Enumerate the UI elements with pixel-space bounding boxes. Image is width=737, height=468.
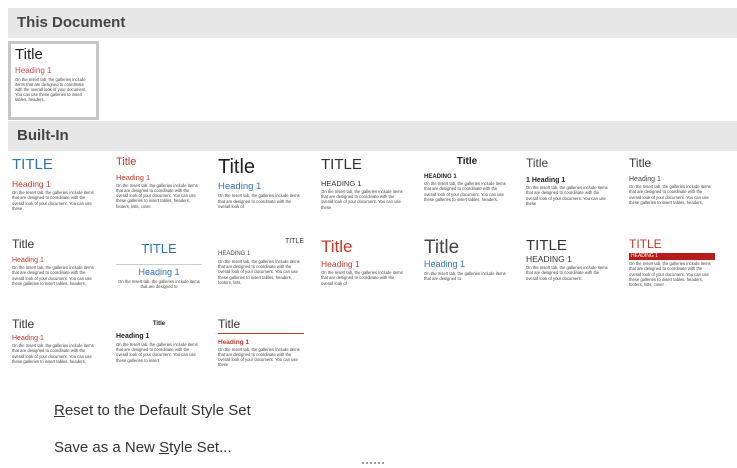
thumb-heading: Heading 1 (116, 333, 150, 341)
thumb-title: Title (218, 157, 256, 178)
thumb-title: Title (629, 157, 652, 170)
thumb-heading: Heading 1 (15, 65, 52, 75)
thumb-body: On the Insert tab, the galleries include… (321, 270, 403, 286)
thumb-body: On the Insert tab, the galleries include… (526, 185, 608, 206)
menu-item-label-prefix: Save as a New (54, 439, 160, 456)
save-new-style-set-menu-item[interactable]: Save as a New Style Set... (54, 439, 232, 456)
style-set-thumbnail[interactable]: TITLE HEADING 1 On the Insert tab, the g… (321, 157, 407, 229)
thumb-title: Title (424, 238, 460, 258)
thumb-body: On the Insert tab, the galleries include… (218, 193, 300, 209)
thumb-heading: HEADING 1 (321, 178, 362, 188)
accelerator-key: R (54, 402, 65, 419)
thumb-body: On the Insert tab, the galleries include… (12, 265, 94, 286)
thumb-title: TITLE (284, 238, 304, 245)
thumb-heading: Heading 1 (12, 178, 51, 189)
style-set-thumbnail[interactable]: TITLE HEADING 1 On the Insert tab, the g… (526, 238, 612, 310)
thumb-body: On the Insert tab, the galleries include… (321, 189, 403, 210)
thumb-body: On the Insert tab, the galleries include… (526, 265, 608, 281)
style-set-thumbnail[interactable]: Title Heading 1 On the Insert tab, the g… (321, 238, 407, 310)
thumb-body: On the Insert tab, the galleries include… (116, 182, 198, 209)
thumb-heading: Heading 1 (218, 181, 262, 192)
style-set-thumbnail[interactable]: Title Heading 1 On the Insert tab, the g… (116, 318, 202, 390)
style-set-thumbnail[interactable]: Title 1 Heading 1 On the Insert tab, the… (526, 157, 612, 229)
thumb-body: On the Insert tab, the galleries include… (629, 184, 711, 205)
thumb-body: On the Insert tab, the galleries include… (424, 181, 506, 202)
thumb-heading: HEADING 1 (424, 173, 457, 180)
thumb-heading: Heading 1 (629, 175, 661, 183)
thumb-heading: Heading 1 (12, 334, 44, 342)
thumb-title: TITLE (12, 157, 53, 173)
menu-item-label: tyle Set... (169, 439, 232, 456)
thumb-heading: Heading 1 (424, 258, 466, 269)
section-header-label: Built-In (17, 127, 69, 144)
thumb-heading: Heading 1 (116, 172, 151, 182)
thumb-title: Title (456, 157, 478, 167)
thumb-title: Title (526, 157, 549, 170)
style-set-thumbnail[interactable]: Title Heading 1 On the Insert tab, the g… (218, 318, 304, 390)
thumb-body: On the Insert tab, the galleries include… (118, 278, 200, 289)
section-header-this-document: This Document (8, 8, 737, 38)
resize-grip[interactable] (362, 462, 384, 466)
thumb-title: Title (15, 46, 43, 63)
thumb-title: Title (152, 321, 166, 327)
thumb-heading: Heading 1 (12, 256, 44, 264)
thumb-heading: HEADING 1 (218, 251, 251, 258)
thumb-title: Title (321, 238, 353, 256)
thumb-body: On the Insert tab, the galleries include… (12, 343, 94, 364)
thumb-heading: Heading 1 (321, 258, 360, 269)
thumb-title: Title (12, 318, 35, 331)
thumb-body: On the Insert tab, the galleries include… (629, 261, 711, 287)
style-set-thumbnail[interactable]: Title Heading 1 On the Insert tab, the g… (12, 238, 98, 310)
thumb-title: TITLE (526, 238, 567, 254)
thumb-body: On the Insert tab, the galleries include… (116, 341, 198, 363)
thumb-heading: Heading 1 (218, 338, 250, 346)
section-header-built-in: Built-In (8, 121, 737, 151)
thumb-heading: 1 Heading 1 (526, 176, 566, 184)
thumb-title: TITLE (141, 241, 177, 256)
thumb-title: Title (116, 157, 137, 168)
thumb-body: On the Insert tab, the galleries include… (218, 346, 300, 368)
current-style-set-thumbnail[interactable]: Title Heading 1 On the Insert tab, the g… (8, 41, 99, 120)
style-set-thumbnail[interactable]: Title Heading 1 On the Insert tab, the g… (629, 157, 715, 229)
style-set-thumbnail[interactable]: Title Heading 1 On the Insert tab, the g… (12, 318, 98, 390)
thumb-body: On the Insert tab, the galleries include… (12, 190, 94, 211)
thumb-heading: HEADING 1 (526, 253, 572, 264)
thumb-title: TITLE (629, 238, 662, 251)
thumb-heading: HEADING 1 (629, 252, 715, 261)
style-set-thumbnail[interactable]: Title Heading 1 On the Insert tab, the g… (424, 238, 510, 310)
style-set-thumbnail[interactable]: Title Heading 1 On the Insert tab, the g… (116, 157, 202, 229)
style-set-thumbnail[interactable]: TITLE HEADING 1 On the Insert tab, the g… (218, 238, 304, 310)
thumb-title: Title (12, 238, 35, 251)
section-header-label: This Document (17, 14, 126, 31)
reset-style-set-menu-item[interactable]: Reset to the Default Style Set (54, 402, 251, 419)
style-set-thumbnail[interactable]: TITLE Heading 1 On the Insert tab, the g… (12, 157, 98, 229)
thumb-body: On the Insert tab, the galleries include… (15, 76, 87, 103)
thumb-title: TITLE (321, 157, 362, 173)
style-set-thumbnail[interactable]: TITLE HEADING 1 On the Insert tab, the g… (629, 238, 715, 310)
thumb-title: Title (218, 318, 304, 334)
menu-item-label: eset to the Default Style Set (64, 402, 251, 419)
thumb-body: On the Insert tab, the galleries include… (218, 258, 300, 285)
style-set-thumbnail[interactable]: Title Heading 1 On the Insert tab, the g… (218, 157, 304, 229)
accelerator-key: S (159, 439, 170, 456)
style-set-thumbnail[interactable]: TITLE Heading 1 On the Insert tab, the g… (116, 238, 202, 310)
thumb-body: On the Insert tab, the galleries include… (424, 270, 506, 282)
thumb-heading: Heading 1 (116, 263, 202, 278)
style-set-thumbnail[interactable]: Title HEADING 1 On the Insert tab, the g… (424, 157, 510, 229)
